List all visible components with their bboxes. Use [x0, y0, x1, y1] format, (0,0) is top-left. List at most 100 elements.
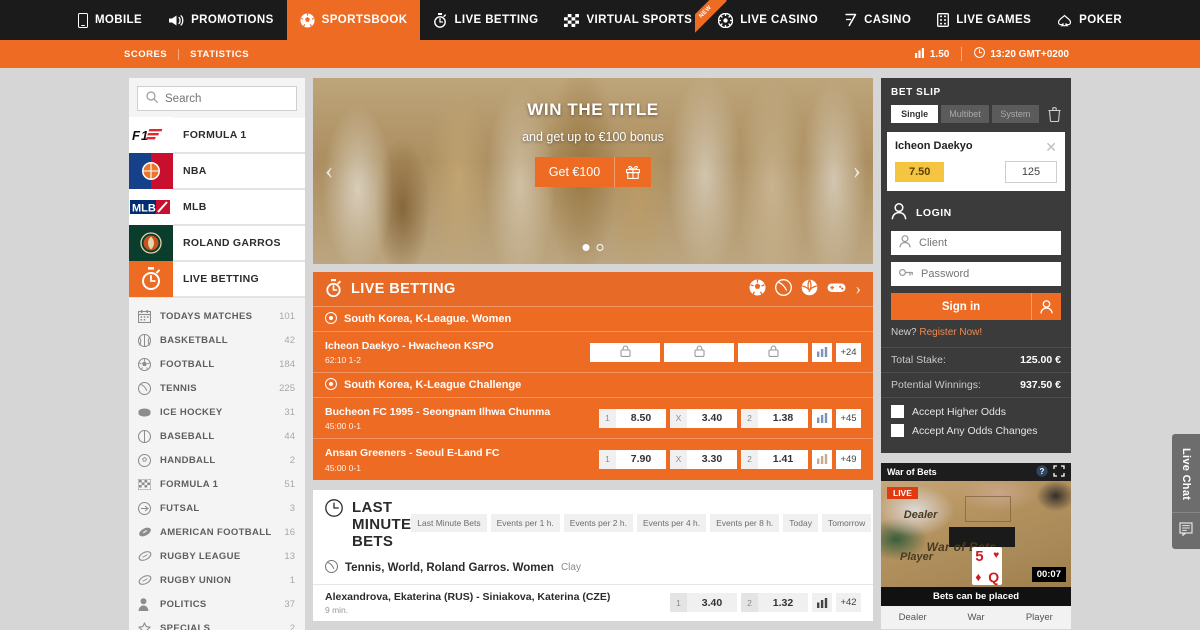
trash-icon[interactable] — [1042, 106, 1061, 122]
live-league-header[interactable]: South Korea, K-League. Women — [313, 306, 873, 331]
bet-option-player[interactable]: Player — [1008, 612, 1071, 623]
bet-option-dealer[interactable]: Dealer — [881, 612, 944, 623]
odds-format-indicator[interactable]: 1.50 — [903, 47, 961, 61]
filter-tab-today[interactable]: Today — [783, 513, 818, 532]
odd-button-1[interactable]: 1 7.90 — [599, 449, 666, 469]
nav-item-live-games[interactable]: LIVE GAMES — [924, 0, 1044, 40]
nav-item-live-betting[interactable]: LIVE BETTING — [420, 0, 551, 40]
sidebar-sport-specials[interactable]: SPECIALS 2 — [129, 616, 305, 630]
sidebar-item-live-betting[interactable]: LIVE BETTING — [129, 261, 305, 298]
chat-icon[interactable] — [1179, 513, 1193, 549]
live-chat-tab[interactable]: Live Chat — [1172, 434, 1200, 550]
selection-odd[interactable]: 7.50 — [895, 162, 945, 182]
bar-chart-icon[interactable] — [812, 342, 832, 362]
help-icon[interactable]: ? — [1036, 465, 1048, 479]
bar-chart-icon[interactable] — [812, 449, 832, 469]
sidebar-sport-tennis[interactable]: TENNIS 225 — [129, 376, 305, 400]
search-input[interactable] — [165, 92, 288, 105]
client-field[interactable] — [891, 231, 1061, 255]
search-box[interactable] — [137, 86, 297, 111]
bet-mode-multibet[interactable]: Multibet — [941, 105, 989, 123]
filter-tab-last-minute[interactable]: Last Minute Bets — [411, 513, 487, 532]
nav-item-promotions[interactable]: PROMOTIONS — [155, 0, 287, 40]
volleyball-icon[interactable] — [801, 279, 818, 299]
esports-icon[interactable] — [827, 281, 846, 297]
sidebar-sport-rugby-union[interactable]: RUGBY UNION 1 — [129, 568, 305, 592]
password-field[interactable] — [891, 262, 1061, 286]
war-of-bets-stream[interactable]: Dealer War of Bets Player 5 ♥ ♦ Q LIVE 0… — [881, 481, 1071, 587]
bar-chart-icon[interactable] — [812, 408, 832, 428]
sign-in-button[interactable]: Sign in — [891, 293, 1061, 320]
close-icon[interactable]: ✕ — [1045, 140, 1057, 154]
nav-item-poker[interactable]: POKER — [1044, 0, 1135, 40]
sidebar-item-formula-1[interactable]: F1 FORMULA 1 — [129, 117, 305, 154]
sidebar-sport-football[interactable]: FOOTBALL 184 — [129, 352, 305, 376]
sidebar-item-nba[interactable]: NBA — [129, 153, 305, 190]
odd-button-2[interactable]: 2 1.41 — [741, 449, 808, 469]
bet-mode-system[interactable]: System — [991, 105, 1039, 123]
chevron-right-icon[interactable]: › — [855, 279, 861, 299]
hero-prev-arrow[interactable]: ‹ — [325, 159, 333, 184]
live-match-row[interactable]: Icheon Daekyo - Hwacheon KSPO 62:10 1-2 — [313, 331, 873, 372]
hero-next-arrow[interactable]: › — [853, 159, 861, 184]
checkbox-box[interactable] — [891, 424, 904, 437]
hero-cta-button[interactable]: Get €100 — [534, 157, 652, 187]
more-markets-button[interactable]: +49 — [836, 449, 861, 469]
client-input[interactable] — [919, 237, 1053, 249]
sidebar-item-roland-garros[interactable]: ROLAND GARROS — [129, 225, 305, 262]
filter-tab-1h[interactable]: Events per 1 h. — [490, 513, 560, 532]
sidebar-item-mlb[interactable]: MLB MLB — [129, 189, 305, 226]
live-league-header[interactable]: South Korea, K-League Challenge — [313, 372, 873, 397]
more-markets-button[interactable]: +42 — [836, 593, 861, 613]
live-chat-label[interactable]: Live Chat — [1180, 434, 1192, 512]
nav-item-casino[interactable]: CASINO — [831, 0, 924, 40]
bar-chart-icon[interactable] — [812, 593, 832, 613]
odd-button-x[interactable]: X 3.30 — [670, 449, 737, 469]
clock-indicator: 13:20 GMT+0200 — [961, 47, 1081, 61]
expand-icon[interactable] — [1053, 465, 1065, 479]
tennis-ball-icon[interactable] — [775, 279, 793, 299]
nav-item-live-casino[interactable]: NEW LIVE CASINO — [695, 0, 831, 40]
subbar-link-statistics[interactable]: STATISTICS — [179, 49, 260, 60]
nav-item-sportsbook[interactable]: SPORTSBOOK — [286, 0, 421, 40]
last-minute-league-header[interactable]: Tennis, World, Roland Garros. Women Clay — [313, 550, 873, 585]
sidebar-sport-formula-1[interactable]: FORMULA 1 51 — [129, 472, 305, 496]
filter-tab-4h[interactable]: Events per 4 h. — [636, 513, 707, 532]
register-link[interactable]: Register Now! — [919, 327, 982, 338]
password-input[interactable] — [921, 268, 1053, 280]
filter-tab-8h[interactable]: Events per 8 h. — [710, 513, 780, 532]
odd-button-x[interactable]: X 3.40 — [670, 408, 737, 428]
sidebar-sport-american-football[interactable]: AMERICAN FOOTBALL 16 — [129, 520, 305, 544]
filter-tab-tomorrow[interactable]: Tomorrow — [821, 513, 872, 532]
sidebar-sport-rugby-league[interactable]: RUGBY LEAGUE 13 — [129, 544, 305, 568]
sidebar-sport-ice-hockey[interactable]: ICE HOCKEY 31 — [129, 400, 305, 424]
accept-any-odds-checkbox[interactable]: Accept Any Odds Changes — [891, 424, 1061, 437]
live-match-row[interactable]: Bucheon FC 1995 - Seongnam Ilhwa Chunma … — [313, 397, 873, 438]
bet-option-war[interactable]: War — [944, 612, 1007, 623]
sidebar-sport-politics[interactable]: POLITICS 37 — [129, 592, 305, 616]
odd-button-2[interactable]: 2 1.38 — [741, 408, 808, 428]
soccer-ball-icon[interactable] — [749, 279, 766, 299]
odd-button-1[interactable]: 1 8.50 — [599, 408, 666, 428]
nav-item-virtual-sports[interactable]: VIRTUAL SPORTS — [551, 0, 705, 40]
odd-button-1[interactable]: 1 3.40 — [670, 593, 737, 613]
checkbox-box[interactable] — [891, 405, 904, 418]
hero-dot-1[interactable] — [582, 244, 590, 251]
nav-item-mobile[interactable]: MOBILE — [65, 0, 155, 40]
sidebar-sport-todays-matches[interactable]: TODAYS MATCHES 101 — [129, 304, 305, 328]
accept-higher-odds-checkbox[interactable]: Accept Higher Odds — [891, 405, 1061, 418]
stake-input[interactable] — [1005, 161, 1057, 183]
bet-mode-single[interactable]: Single — [891, 105, 939, 123]
more-markets-button[interactable]: +24 — [836, 342, 861, 362]
last-minute-match-row[interactable]: Alexandrova, Ekaterina (RUS) - Siniakova… — [313, 585, 873, 621]
live-match-row[interactable]: Ansan Greeners - Seoul E-Land FC 45:00 0… — [313, 438, 873, 479]
filter-tab-2h[interactable]: Events per 2 h. — [563, 513, 633, 532]
odd-button-2[interactable]: 2 1.32 — [741, 593, 808, 613]
hero-dot-2[interactable] — [596, 244, 604, 251]
subbar-link-scores[interactable]: SCORES — [124, 48, 180, 60]
sidebar-sport-basketball[interactable]: BASKETBALL 42 — [129, 328, 305, 352]
more-markets-button[interactable]: +45 — [836, 408, 861, 428]
sidebar-sport-handball[interactable]: HANDBALL 2 — [129, 448, 305, 472]
sidebar-sport-futsal[interactable]: FUTSAL 3 — [129, 496, 305, 520]
sidebar-sport-baseball[interactable]: BASEBALL 44 — [129, 424, 305, 448]
